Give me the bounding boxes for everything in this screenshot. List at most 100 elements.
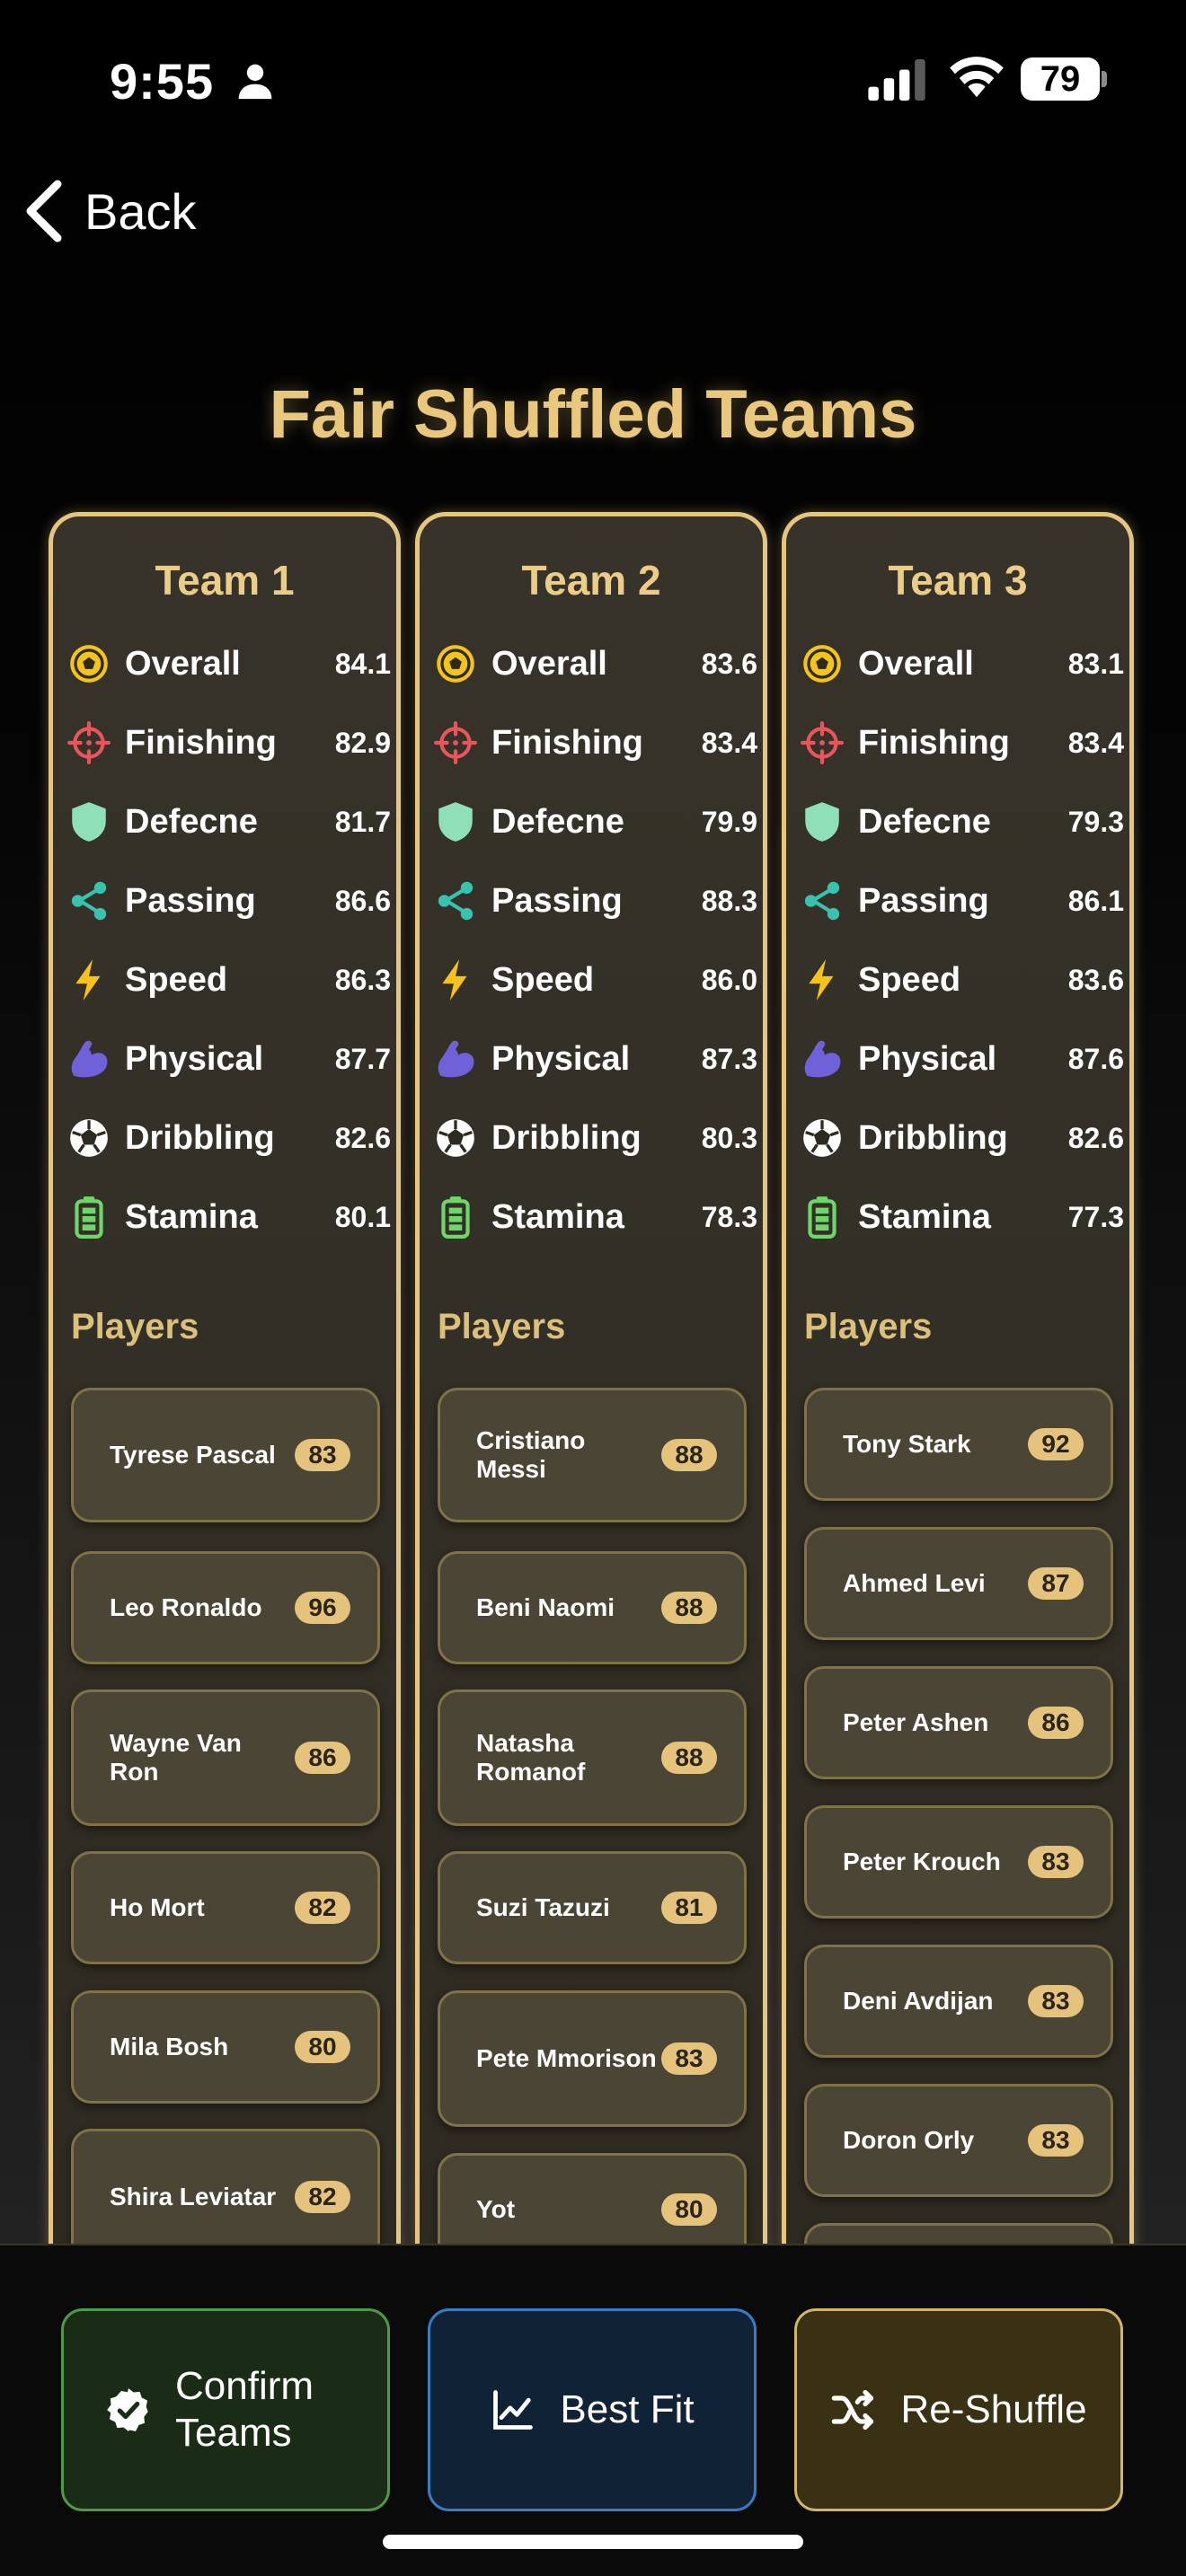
players-heading: Players <box>804 1307 933 1346</box>
football-icon <box>66 1115 112 1161</box>
stat-label: Stamina <box>125 1197 258 1236</box>
best-fit-label: Best Fit <box>560 2387 695 2431</box>
line-chart-icon <box>493 2390 534 2430</box>
stat-value: 79.9 <box>701 805 757 838</box>
player-card[interactable]: Ho Mort 82 <box>71 1851 380 1964</box>
stat-value: 84.1 <box>334 647 391 680</box>
player-rating-badge: 83 <box>1028 1985 1084 2017</box>
best-fit-button[interactable]: Best Fit <box>428 2308 757 2511</box>
player-card[interactable]: Leo Ronaldo 96 <box>71 1551 380 1664</box>
flexed-arm-icon <box>432 1036 479 1082</box>
stat-label: Speed <box>858 960 961 999</box>
stat-value: 78.3 <box>701 1200 757 1233</box>
stat-row-speed: Speed 83.6 <box>799 953 1124 1007</box>
stat-row-physical: Physical 87.7 <box>66 1032 391 1086</box>
flexed-arm-icon <box>799 1036 845 1082</box>
player-card[interactable]: Peter Ashen 86 <box>804 1666 1113 1779</box>
stat-row-dribbling: Dribbling 82.6 <box>66 1111 391 1165</box>
stat-label: Finishing <box>491 723 643 762</box>
stat-label: Passing <box>858 881 989 920</box>
stat-value: 77.3 <box>1067 1200 1124 1233</box>
stat-label: Physical <box>858 1039 997 1078</box>
battery-cap <box>1102 71 1107 87</box>
player-card[interactable]: Tony Stark 92 <box>804 1388 1113 1501</box>
player-name: Doron Orly <box>843 2126 975 2154</box>
stat-value: 83.4 <box>1067 726 1124 759</box>
stat-value: 87.7 <box>334 1042 391 1075</box>
player-name: Peter Krouch <box>843 1848 1001 1875</box>
stat-value: 83.6 <box>701 647 757 680</box>
player-name: Pete Mmorison <box>476 2044 657 2072</box>
player-name: Yot <box>476 2195 516 2223</box>
stat-value: 83.1 <box>1067 647 1124 680</box>
player-card[interactable]: Mila Bosh 80 <box>71 1990 380 2104</box>
stat-row-defecne: Defecne 79.9 <box>432 795 757 849</box>
player-card[interactable]: Peter Krouch 83 <box>804 1805 1113 1919</box>
teams-container: Team 1 Overall 84.1 Finishing 82.9 Defec… <box>49 512 1136 2290</box>
stat-label: Passing <box>491 881 623 920</box>
team-title: Team 1 <box>155 557 295 604</box>
players-heading: Players <box>71 1307 199 1346</box>
team-card-2: Team 2 Overall 83.6 Finishing 83.4 Defec… <box>415 512 767 2290</box>
player-rating-badge: 83 <box>1028 2124 1084 2157</box>
stat-row-stamina: Stamina 77.3 <box>799 1190 1124 1244</box>
reshuffle-label: Re-Shuffle <box>900 2387 1087 2431</box>
stat-value: 86.6 <box>334 884 391 917</box>
battery-icon <box>799 1194 845 1240</box>
player-card[interactable]: Deni Avdijan 83 <box>804 1945 1113 2058</box>
player-card[interactable]: Ahmed Levi 87 <box>804 1527 1113 1640</box>
player-rating-badge: 82 <box>295 1892 350 1924</box>
stat-value: 86.0 <box>701 963 757 996</box>
action-bar: Confirm Teams Best Fit Re-Shuffle <box>0 2244 1186 2576</box>
stat-value: 87.6 <box>1067 1042 1124 1075</box>
player-card[interactable]: Cristiano Messi 88 <box>438 1388 747 1522</box>
crosshair-icon <box>799 719 845 766</box>
stat-value: 82.6 <box>1067 1121 1124 1154</box>
shield-icon <box>66 798 112 845</box>
stat-label: Overall <box>125 644 241 683</box>
status-time: 9:55 <box>110 53 215 110</box>
player-rating-badge: 81 <box>661 1892 717 1924</box>
player-card[interactable]: Natasha Romanof 88 <box>438 1689 747 1826</box>
player-card[interactable]: Wayne Van Ron 86 <box>71 1689 380 1826</box>
stat-label: Speed <box>491 960 595 999</box>
team-title: Team 3 <box>888 557 1028 604</box>
stat-label: Dribbling <box>491 1118 642 1157</box>
stat-label: Physical <box>125 1039 264 1078</box>
lightning-icon <box>66 957 112 1003</box>
player-name: Beni Naomi <box>476 1593 615 1621</box>
confirm-teams-button[interactable]: Confirm Teams <box>61 2308 390 2511</box>
player-card[interactable]: Pete Mmorison 83 <box>438 1990 747 2127</box>
player-rating-badge: 80 <box>295 2031 350 2063</box>
player-name: Deni Avdijan <box>843 1987 994 2015</box>
battery-icon <box>66 1194 112 1240</box>
player-card[interactable]: Beni Naomi 88 <box>438 1551 747 1664</box>
soccer-ball-icon <box>66 640 112 687</box>
share-icon <box>432 878 479 924</box>
stat-label: Overall <box>491 644 607 683</box>
shield-icon <box>432 798 479 845</box>
battery-icon <box>432 1194 479 1240</box>
reshuffle-button[interactable]: Re-Shuffle <box>794 2308 1123 2511</box>
share-icon <box>66 878 112 924</box>
stat-label: Overall <box>858 644 974 683</box>
stat-row-finishing: Finishing 82.9 <box>66 716 391 770</box>
player-card[interactable]: Suzi Tazuzi 81 <box>438 1851 747 1964</box>
person-icon <box>238 64 272 100</box>
player-rating-badge: 83 <box>661 2042 717 2075</box>
soccer-ball-icon <box>799 640 845 687</box>
player-card[interactable]: Tyrese Pascal 83 <box>71 1388 380 1522</box>
stat-row-passing: Passing 88.3 <box>432 874 757 928</box>
player-card[interactable]: Doron Orly 83 <box>804 2084 1113 2197</box>
player-name: Ahmed Levi <box>843 1569 986 1597</box>
stat-value: 80.1 <box>334 1200 391 1233</box>
back-button[interactable]: Back <box>22 171 197 251</box>
crosshair-icon <box>432 719 479 766</box>
stat-value: 86.3 <box>334 963 391 996</box>
stat-label: Physical <box>491 1039 631 1078</box>
stat-row-passing: Passing 86.6 <box>66 874 391 928</box>
player-rating-badge: 86 <box>295 1742 350 1774</box>
stat-row-physical: Physical 87.6 <box>799 1032 1124 1086</box>
stat-label: Speed <box>125 960 228 999</box>
stat-label: Stamina <box>491 1197 624 1236</box>
